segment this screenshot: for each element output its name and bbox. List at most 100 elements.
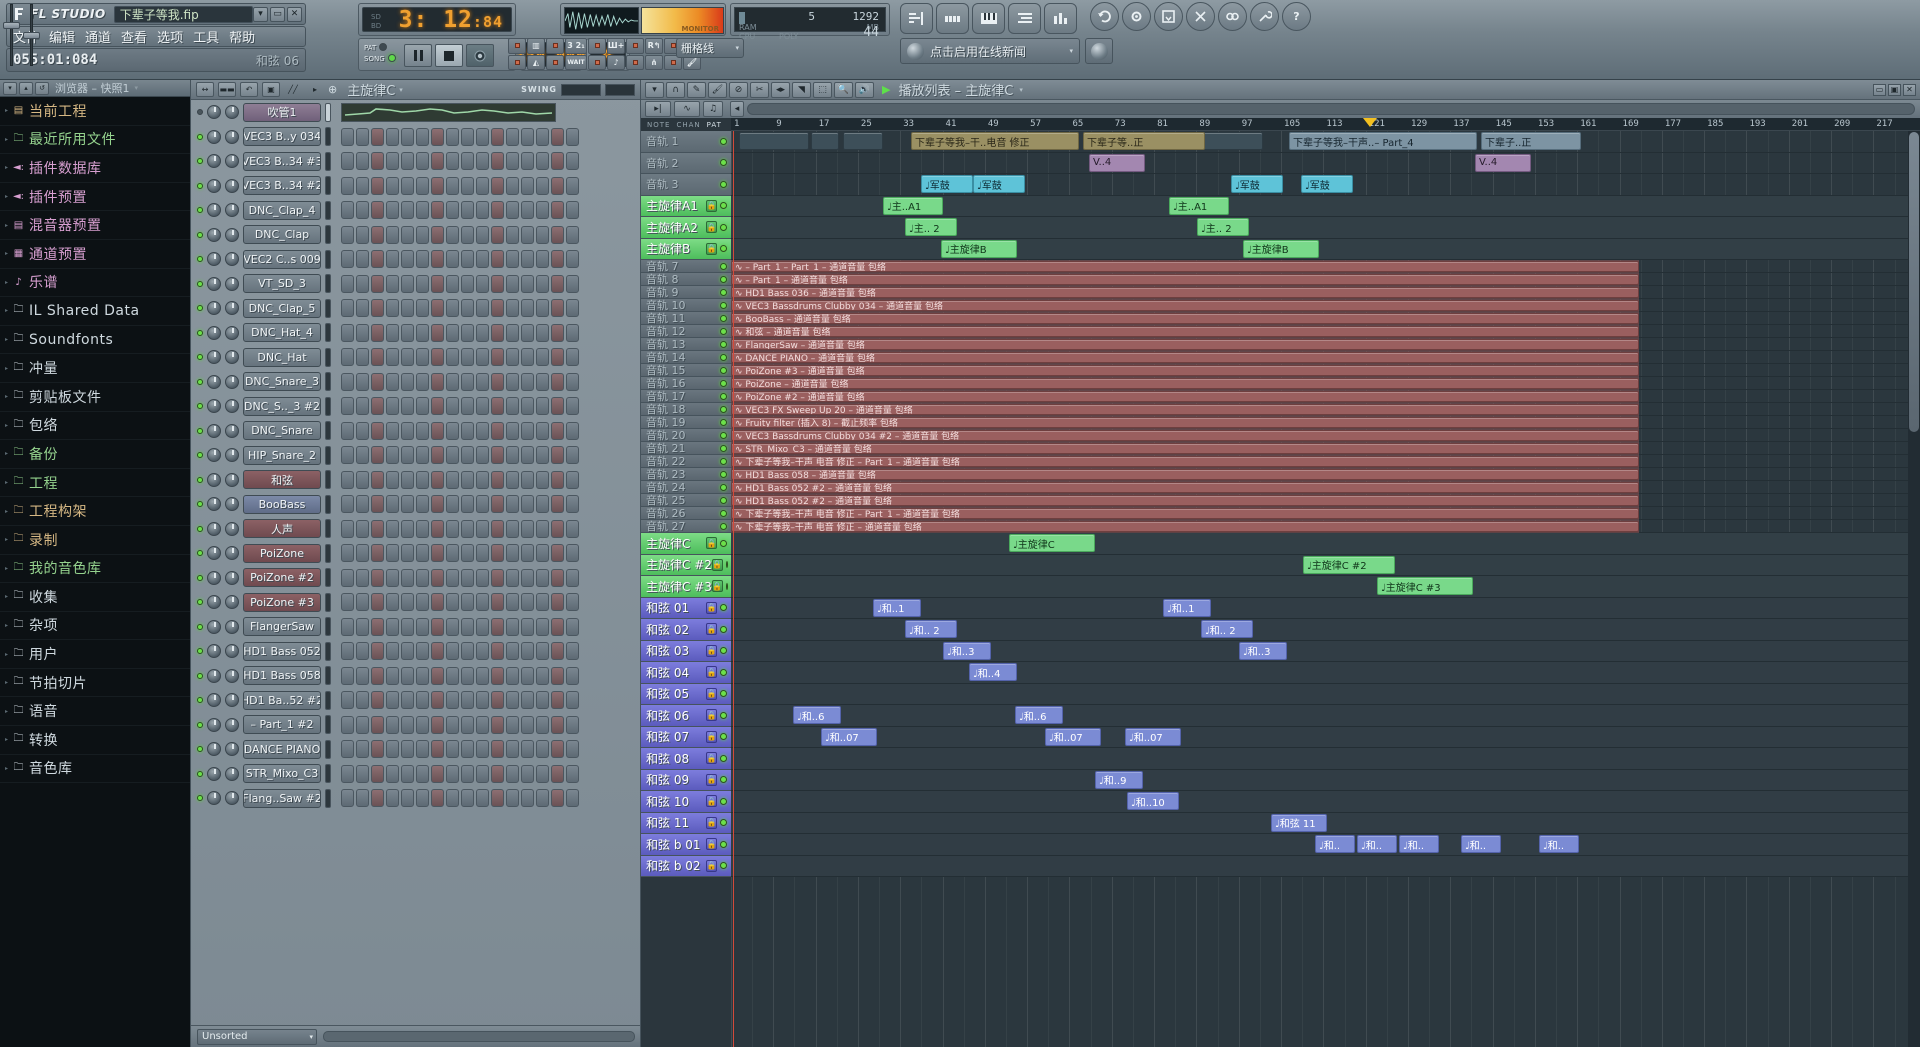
playlist-track-42[interactable]: 和弦 b 02 🔒 [641,855,731,877]
channel-volume-knob[interactable] [225,129,239,144]
step-button[interactable] [401,152,414,171]
step-button[interactable] [461,593,474,612]
step-button[interactable] [506,225,519,244]
channel-mute-led[interactable] [197,721,203,728]
expand-arrow-icon[interactable]: ▸ [2,164,11,171]
step-button[interactable] [551,274,564,293]
step-button[interactable] [476,764,489,783]
expand-arrow-icon[interactable]: ▸ [2,765,11,772]
step-button[interactable] [506,397,519,416]
channel-volume-knob[interactable] [225,350,239,365]
step-button[interactable] [536,250,549,269]
track-enable-led[interactable] [720,690,727,698]
channel-mute-led[interactable] [197,795,203,802]
stop-button[interactable] [435,44,463,67]
step-button[interactable] [401,519,414,538]
channel-row-26[interactable]: DANCE PIANO [191,737,641,762]
browser-item-23[interactable]: ▸ 🗀 音色库 [0,755,190,784]
step-button[interactable] [416,519,429,538]
playback-tool-button[interactable]: 🔊 [855,81,874,98]
channel-name-button[interactable]: VEC2 C..s 009 [243,249,321,269]
channel-name-button[interactable]: VEC3 B..34 #2 [243,176,321,196]
track-enable-led[interactable] [720,604,727,612]
playlist-track-28[interactable]: 主旋律C #2 🔒 [641,554,731,576]
channel-mute-led[interactable] [197,109,203,116]
step-button[interactable] [356,519,369,538]
step-button[interactable] [446,617,459,636]
step-button[interactable] [461,740,474,759]
tool-cell-metronome[interactable]: ◭ [527,54,545,70]
tool-pair-6[interactable]: Ш+ ♪ [607,38,625,70]
channel-name-button[interactable]: HD1 Ba..52 #2 [243,690,321,710]
playlist-clip[interactable]: ♩和..9 [1095,770,1143,789]
lock-icon[interactable]: 🔒 [706,537,717,550]
playlist-clip[interactable]: ♩主旋律C [1009,534,1095,552]
step-button[interactable] [521,421,534,440]
step-button[interactable] [551,323,564,342]
lock-icon[interactable]: 🔒 [706,816,717,829]
channel-pan-knob[interactable] [207,178,221,193]
step-button[interactable] [386,764,399,783]
step-button[interactable] [566,225,579,244]
step-button[interactable] [506,740,519,759]
step-button[interactable] [356,397,369,416]
step-button[interactable] [446,740,459,759]
pattern-song-switch[interactable]: PAT SONG [364,43,396,65]
browser-toggle-button[interactable] [1044,3,1077,34]
step-button[interactable] [566,691,579,710]
playlist-clip[interactable]: ♩和..07 [1125,727,1181,746]
step-button[interactable] [536,617,549,636]
channel-row-25[interactable]: – Part_1 #2 [191,713,641,738]
channel-step-row[interactable] [341,593,579,612]
channel-mute-led[interactable] [197,354,203,361]
playlist-clip[interactable]: ∿ HD1 Bass 036 – 通道音量 包络 [731,287,1639,298]
step-button[interactable] [431,225,444,244]
channel-volume-knob[interactable] [225,105,239,120]
step-button[interactable] [551,642,564,661]
step-button[interactable] [491,299,504,318]
channel-pan-knob[interactable] [207,742,221,757]
step-button[interactable] [461,470,474,489]
step-button[interactable] [476,568,489,587]
channel-pan-knob[interactable] [207,570,221,585]
channel-pan-knob[interactable] [207,105,221,120]
step-button[interactable] [401,299,414,318]
browser-item-8[interactable]: ▸ 🗀 Soundfonts [0,326,190,355]
step-button[interactable] [476,372,489,391]
step-button[interactable] [476,519,489,538]
lock-icon[interactable]: 🔒 [706,687,717,700]
playlist-vertical-scrollbar[interactable] [1908,131,1920,1047]
channel-row-13[interactable]: DNC_Snare [191,419,641,444]
step-button[interactable] [491,740,504,759]
browser-item-9[interactable]: ▸ 🗀 冲量 [0,354,190,383]
step-button[interactable] [461,544,474,563]
channel-step-row[interactable] [341,764,579,783]
grid-lane-33[interactable] [731,662,1920,684]
track-enable-led[interactable] [720,539,727,547]
menu-item-view[interactable]: 查看 [121,27,147,46]
step-button[interactable] [371,568,384,587]
step-button[interactable] [371,544,384,563]
step-button[interactable] [341,642,354,661]
step-button[interactable] [446,274,459,293]
pause-button[interactable] [404,44,432,67]
step-button[interactable] [476,421,489,440]
step-button[interactable] [476,274,489,293]
channel-mute-led[interactable] [197,207,203,214]
step-button[interactable] [341,201,354,220]
tool-cell-typing-keyboard[interactable]: ▥ [527,38,545,54]
track-enable-led[interactable] [720,483,727,491]
step-button[interactable] [371,470,384,489]
step-button[interactable] [506,176,519,195]
step-button[interactable] [476,691,489,710]
channel-name-button[interactable]: FlangerSaw [243,617,321,637]
channel-row-17[interactable]: 人声 [191,517,641,542]
channel-pan-knob[interactable] [207,521,221,536]
channel-name-button[interactable]: VT_SD_3 [243,274,321,294]
lock-icon[interactable]: 🔒 [706,730,717,743]
step-button[interactable] [431,176,444,195]
step-button[interactable] [476,715,489,734]
expand-arrow-icon[interactable]: ▸ [2,622,11,629]
track-enable-led[interactable] [720,202,727,210]
channel-name-button[interactable]: DNC_Clap_4 [243,200,321,220]
